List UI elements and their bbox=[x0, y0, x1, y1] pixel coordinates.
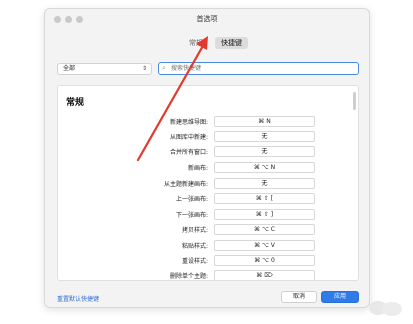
shortcut-label: 下一张画布: bbox=[175, 212, 208, 219]
preferences-window: 首选项 常规 快捷键 全部 ⇕ ⌕ 常规 新建思维导图: ⌘ N 从图库中新建:… bbox=[44, 8, 370, 308]
shortcut-label: 上一张画布: bbox=[175, 196, 208, 203]
shortcut-key-field[interactable]: ⌘ ⌦ bbox=[214, 270, 315, 280]
shortcut-label: 重设样式: bbox=[181, 258, 208, 265]
search-icon: ⌕ bbox=[162, 64, 166, 72]
cancel-button[interactable]: 取消 bbox=[281, 291, 317, 303]
shortcuts-panel: 常规 新建思维导图: ⌘ N 从图库中新建: 无 合并所有窗口: 无 新画布: … bbox=[57, 85, 359, 281]
category-select[interactable]: 全部 ⇕ bbox=[57, 63, 152, 75]
shortcut-row: 从图库中新建: 无 bbox=[58, 131, 348, 143]
preferences-tabs: 常规 快捷键 bbox=[183, 37, 248, 49]
shortcut-row: 重设样式: ⌘ ⌥ 0 bbox=[58, 255, 348, 267]
shortcut-row: 拷贝样式: ⌘ ⌥ C bbox=[58, 224, 348, 236]
shortcut-key-field[interactable]: ⌘ ⇧ [ bbox=[214, 193, 315, 204]
shortcut-row: 合并所有窗口: 无 bbox=[58, 146, 348, 158]
search-field[interactable]: ⌕ bbox=[158, 62, 359, 75]
shortcut-row: 从主题新建画布: 无 bbox=[58, 178, 348, 190]
shortcut-row: 删除单个主题: ⌘ ⌦ bbox=[58, 270, 348, 280]
watermark-icon bbox=[369, 301, 402, 316]
tab-shortcuts[interactable]: 快捷键 bbox=[215, 37, 248, 49]
category-select-value: 全部 bbox=[63, 65, 76, 72]
tab-general[interactable]: 常规 bbox=[183, 37, 209, 49]
shortcut-key-field[interactable]: ⌘ ⌥ V bbox=[214, 240, 315, 251]
shortcut-key-field[interactable]: 无 bbox=[214, 178, 315, 189]
shortcut-label: 删除单个主题: bbox=[169, 273, 208, 280]
shortcut-label: 从主题新建画布: bbox=[163, 181, 208, 188]
up-down-chevron-icon: ⇕ bbox=[141, 65, 147, 72]
reset-default-shortcuts-link[interactable]: 重置默认快捷键 bbox=[57, 294, 99, 303]
title-bar: 首选项 bbox=[45, 9, 369, 31]
shortcut-key-field[interactable]: ⌘ ⌥ C bbox=[214, 224, 315, 235]
shortcut-label: 从图库中新建: bbox=[169, 134, 208, 141]
shortcut-row: 下一张画布: ⌘ ⇧ ] bbox=[58, 209, 348, 221]
scrollbar[interactable] bbox=[353, 92, 356, 110]
search-input[interactable] bbox=[171, 63, 351, 73]
shortcut-label: 新建思维导图: bbox=[169, 119, 208, 126]
shortcut-label: 新画布: bbox=[187, 165, 208, 172]
window-title: 首选项 bbox=[196, 15, 218, 23]
shortcut-key-field[interactable]: 无 bbox=[214, 146, 315, 157]
shortcut-key-field[interactable]: ⌘ ⇧ ] bbox=[214, 209, 315, 220]
shortcut-key-field[interactable]: ⌘ N bbox=[214, 116, 315, 127]
shortcut-row: 粘贴样式: ⌘ ⌥ V bbox=[58, 240, 348, 252]
apply-button[interactable]: 应用 bbox=[321, 291, 359, 303]
shortcut-key-field[interactable]: 无 bbox=[214, 131, 315, 142]
shortcut-label: 拷贝样式: bbox=[181, 227, 208, 234]
shortcut-row: 上一张画布: ⌘ ⇧ [ bbox=[58, 193, 348, 205]
shortcut-key-field[interactable]: ⌘ ⌥ N bbox=[214, 162, 315, 173]
shortcut-key-field[interactable]: ⌘ ⌥ 0 bbox=[214, 255, 315, 266]
section-heading: 常规 bbox=[66, 98, 85, 108]
shortcut-row: 新画布: ⌘ ⌥ N bbox=[58, 162, 348, 174]
shortcut-row: 新建思维导图: ⌘ N bbox=[58, 116, 348, 128]
shortcut-label: 粘贴样式: bbox=[181, 243, 208, 250]
shortcut-label: 合并所有窗口: bbox=[169, 149, 208, 156]
